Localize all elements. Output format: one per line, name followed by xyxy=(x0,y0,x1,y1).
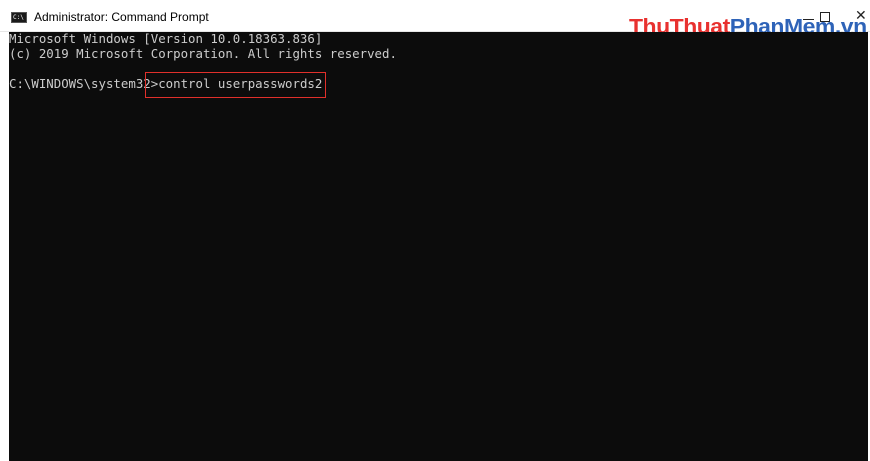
console-line-copyright: (c) 2019 Microsoft Corporation. All righ… xyxy=(9,46,397,61)
title-bar[interactable]: C:\ Administrator: Command Prompt ThuThu… xyxy=(0,0,870,37)
minimize-icon xyxy=(803,19,814,20)
close-button[interactable]: ✕ xyxy=(852,6,870,26)
cmd-icon[interactable]: C:\ xyxy=(11,12,27,23)
maximize-button[interactable] xyxy=(815,6,837,26)
command-prompt-window: C:\ Administrator: Command Prompt ThuThu… xyxy=(0,0,870,461)
maximize-icon xyxy=(820,12,830,22)
close-icon: ✕ xyxy=(855,8,867,24)
window-title: Administrator: Command Prompt xyxy=(34,10,209,24)
command-highlight-box xyxy=(145,72,326,98)
console-line-version: Microsoft Windows [Version 10.0.18363.83… xyxy=(9,32,323,46)
console-prompt: C:\WINDOWS\system32 xyxy=(9,76,151,91)
console-area[interactable]: Microsoft Windows [Version 10.0.18363.83… xyxy=(9,32,868,461)
